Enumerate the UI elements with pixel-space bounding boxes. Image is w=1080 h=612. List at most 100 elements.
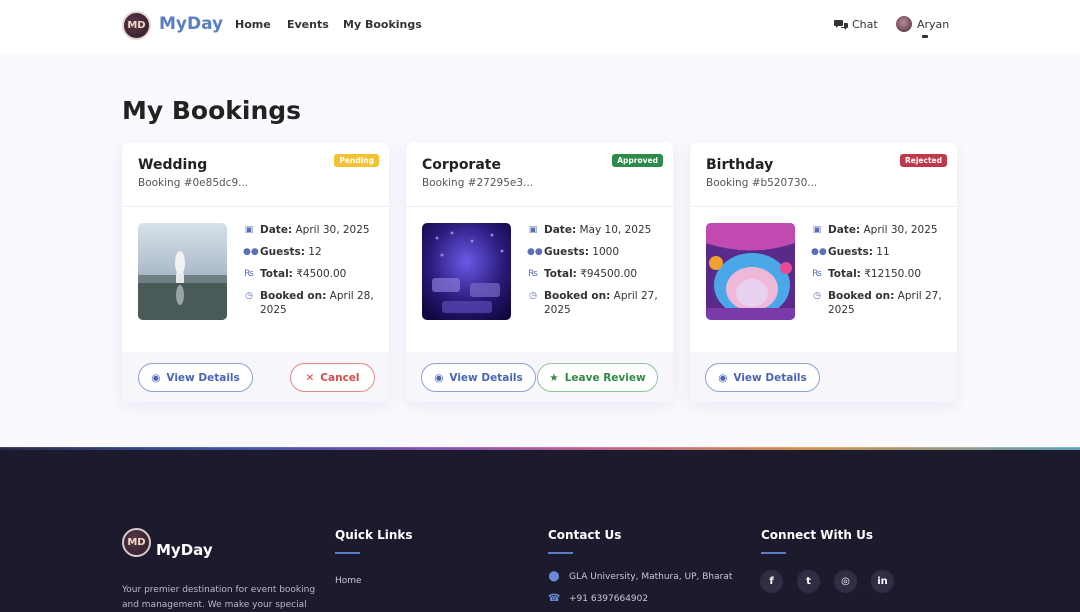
avatar [896, 16, 912, 32]
booking-details: ▣ Date: May 10, 2025 ●● Guests: 1000 ₨ T… [527, 223, 662, 325]
booking-title: Corporate [422, 157, 501, 173]
booking-total: ₹12150.00 [864, 268, 922, 280]
users-icon: ●● [243, 247, 259, 257]
status-badge: Pending [334, 154, 379, 167]
eye-icon: ◉ [151, 371, 161, 384]
user-name: Aryan [917, 17, 950, 31]
main-content: My Bookings Wedding Booking #0e85dc9... … [0, 54, 1080, 448]
clock-icon: ◷ [245, 291, 253, 301]
view-details-label: View Details [166, 371, 240, 384]
leave-review-button[interactable]: ★ Leave Review [537, 363, 658, 392]
address-text: GLA University, Mathura, UP, Bharat [569, 571, 733, 582]
date-label: Date: [828, 224, 861, 236]
card-footer: ◉ View Details [690, 352, 957, 402]
booking-id: Booking #27295e3... [422, 177, 534, 189]
guest-count: 11 [876, 246, 890, 258]
view-details-label: View Details [733, 371, 807, 384]
event-image-corporate [422, 223, 511, 320]
contact-phone[interactable]: ☎ +91 6397664902 [548, 593, 648, 604]
status-badge: Approved [612, 154, 663, 167]
booking-id: Booking #0e85dc9... [138, 177, 249, 189]
booking-details: ▣ Date: April 30, 2025 ●● Guests: 11 ₨ T… [811, 223, 946, 325]
rupee-icon: ₨ [244, 269, 254, 279]
calendar-icon: ▣ [812, 225, 822, 235]
cancel-label: Cancel [320, 371, 360, 384]
guest-count: 12 [308, 246, 322, 258]
booking-date: May 10, 2025 [579, 224, 652, 236]
user-menu[interactable]: Aryan [896, 16, 949, 32]
card-header: Corporate Booking #27295e3... Approved [406, 142, 673, 207]
card-header: Birthday Booking #b520730... Rejected [690, 142, 957, 207]
brand-name[interactable]: MyDay [159, 14, 223, 34]
booking-card-wedding: Wedding Booking #0e85dc9... Pending ▣ Da… [122, 142, 389, 402]
users-icon: ●● [527, 247, 543, 257]
phone-text: +91 6397664902 [569, 593, 649, 604]
view-details-button[interactable]: ◉ View Details [138, 363, 253, 392]
top-navbar: MD MyDay Home Events My Bookings Chat Ar… [0, 0, 1080, 54]
booking-id: Booking #b520730... [706, 177, 818, 189]
facebook-icon[interactable]: f [760, 570, 783, 593]
linkedin-icon[interactable]: in [871, 570, 894, 593]
nav-link-my-bookings[interactable]: My Bookings [343, 18, 422, 31]
view-details-button[interactable]: ◉ View Details [705, 363, 820, 392]
total-label: Total: [260, 268, 293, 280]
footer-link-home[interactable]: Home [335, 576, 362, 586]
quick-links-heading: Quick Links [335, 528, 413, 542]
rupee-icon: ₨ [528, 269, 538, 279]
booking-card-birthday: Birthday Booking #b520730... Rejected ▣ … [690, 142, 957, 402]
cancel-button[interactable]: ✕ Cancel [290, 363, 375, 392]
guests-label: Guests: [544, 246, 589, 258]
rupee-icon: ₨ [812, 269, 822, 279]
booked-on-label: Booked on: [828, 290, 895, 302]
event-image-wedding [138, 223, 227, 320]
nav-link-events[interactable]: Events [287, 18, 329, 31]
chat-bubbles-icon [834, 20, 848, 30]
phone-icon: ☎ [548, 593, 561, 604]
eye-icon: ◉ [434, 371, 444, 384]
booking-details: ▣ Date: April 30, 2025 ●● Guests: 12 ₨ T… [243, 223, 378, 325]
user-menu-caret-icon[interactable] [922, 35, 928, 38]
contact-heading: Contact Us [548, 528, 622, 542]
calendar-icon: ▣ [244, 225, 254, 235]
total-label: Total: [828, 268, 861, 280]
date-label: Date: [260, 224, 293, 236]
guests-label: Guests: [828, 246, 873, 258]
star-icon: ★ [549, 371, 559, 384]
booking-date: April 30, 2025 [295, 224, 370, 236]
clock-icon: ◷ [529, 291, 537, 301]
heading-underline [761, 552, 786, 554]
footer-brand-name: MyDay [156, 541, 213, 559]
booking-title: Wedding [138, 157, 208, 173]
guests-label: Guests: [260, 246, 305, 258]
total-label: Total: [544, 268, 577, 280]
contact-address: ⬤ GLA University, Mathura, UP, Bharat [548, 571, 732, 582]
view-details-label: View Details [449, 371, 523, 384]
card-footer: ◉ View Details ★ Leave Review [406, 352, 673, 402]
card-footer: ◉ View Details ✕ Cancel [122, 352, 389, 402]
brand-logo[interactable]: MD [122, 11, 151, 40]
leave-review-label: Leave Review [564, 371, 646, 384]
heading-underline [335, 552, 360, 554]
booked-on-label: Booked on: [260, 290, 327, 302]
chat-link[interactable]: Chat [834, 18, 878, 31]
twitter-icon[interactable]: t [797, 570, 820, 593]
instagram-icon[interactable]: ◎ [834, 570, 857, 593]
connect-heading: Connect With Us [761, 528, 873, 542]
booking-title: Birthday [706, 157, 774, 173]
chat-label: Chat [852, 18, 878, 31]
users-icon: ●● [811, 247, 827, 257]
booking-card-corporate: Corporate Booking #27295e3... Approved ▣… [406, 142, 673, 402]
card-header: Wedding Booking #0e85dc9... Pending [122, 142, 389, 207]
view-details-button[interactable]: ◉ View Details [421, 363, 536, 392]
booked-on-label: Booked on: [544, 290, 611, 302]
booking-date: April 30, 2025 [863, 224, 938, 236]
close-icon: ✕ [305, 371, 315, 384]
date-label: Date: [544, 224, 577, 236]
calendar-icon: ▣ [528, 225, 538, 235]
status-badge: Rejected [899, 154, 947, 167]
nav-link-home[interactable]: Home [235, 18, 271, 31]
map-pin-icon: ⬤ [548, 571, 560, 582]
heading-underline [548, 552, 573, 554]
guest-count: 1000 [592, 246, 620, 258]
booking-total: ₹4500.00 [296, 268, 347, 280]
